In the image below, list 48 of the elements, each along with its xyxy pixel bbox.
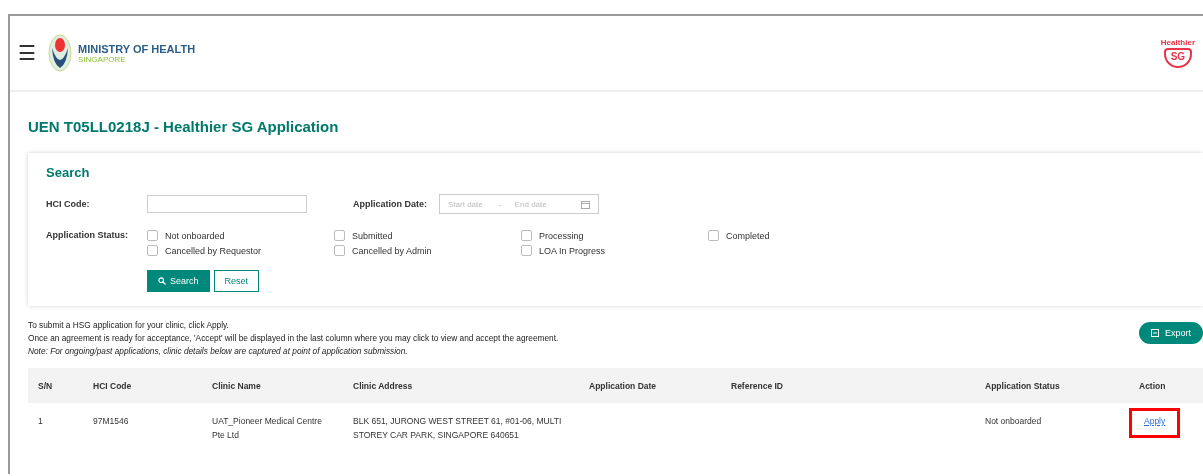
checkbox[interactable]	[334, 245, 345, 256]
calendar-icon	[581, 199, 590, 209]
checkbox[interactable]	[147, 245, 158, 256]
search-button[interactable]: Search	[147, 270, 210, 292]
org-name: MINISTRY OF HEALTH	[78, 42, 196, 55]
instruction-text: Note: For ongoing/past applications, clinic details below are captured at point of application submission.	[28, 346, 409, 356]
checkbox-label: LOA In Progress	[539, 245, 606, 256]
field-label: HCI Code:	[46, 199, 91, 209]
menu-icon[interactable]: ☰	[18, 41, 36, 65]
checkbox-label: Completed	[726, 230, 770, 241]
field-label: Application Date:	[353, 199, 427, 209]
checkbox[interactable]	[334, 230, 345, 241]
hci-code-field[interactable]	[147, 195, 307, 213]
field-label: Application Status:	[46, 230, 129, 240]
reset-button[interactable]: Reset	[213, 270, 260, 292]
search-title: Search	[46, 165, 90, 180]
table-cell: Not onboarded	[975, 403, 1129, 455]
checkbox-label: Processing	[539, 230, 584, 241]
page-title: UEN T05LL0218J - Healthier SG Application	[28, 118, 340, 135]
healthier-sg-logo: Healthier SG	[1160, 38, 1195, 68]
column-header: Clinic Address	[343, 368, 579, 403]
checkbox[interactable]	[521, 230, 532, 241]
column-header: Application Date	[579, 368, 721, 403]
export-icon	[1151, 329, 1159, 337]
checkbox-label: Not onboarded	[165, 230, 225, 241]
checkbox-label: Submitted	[352, 230, 393, 241]
column-header: S/N	[28, 368, 83, 403]
column-header: Clinic Name	[202, 368, 343, 403]
column-header: HCI Code	[83, 368, 202, 403]
search-icon	[158, 277, 166, 285]
column-header: Application Status	[975, 368, 1129, 403]
checkbox[interactable]	[708, 230, 719, 241]
checkbox[interactable]	[147, 230, 158, 241]
column-header: Action	[1129, 368, 1203, 403]
apply-link[interactable]: Apply	[1144, 416, 1166, 426]
emblem-icon	[48, 34, 72, 72]
column-header: Reference ID	[721, 368, 975, 403]
table-cell: UAT_Pioneer Medical Centre Pte Ltd	[202, 403, 343, 455]
table-cell: BLK 651, JURONG WEST STREET 61, #01-06, MULTI STOREY CAR PARK, SINGAPORE 640651	[343, 403, 579, 455]
instruction-text: Once an agreement is ready for acceptance, 'Accept' will be displayed in the last column where you may click to view and accept the agreement.	[28, 333, 560, 343]
org-subtitle: SINGAPORE	[78, 54, 127, 64]
export-button[interactable]: Export	[1139, 322, 1203, 344]
checkbox-label: Cancelled by Admin	[352, 245, 432, 256]
table-cell: 1	[28, 403, 83, 455]
checkbox-label: Cancelled by Requestor	[165, 245, 262, 256]
instruction-text: To submit a HSG application for your clinic, click Apply.	[28, 320, 230, 330]
table-cell: 97M1546	[83, 403, 202, 455]
checkbox[interactable]	[521, 245, 532, 256]
